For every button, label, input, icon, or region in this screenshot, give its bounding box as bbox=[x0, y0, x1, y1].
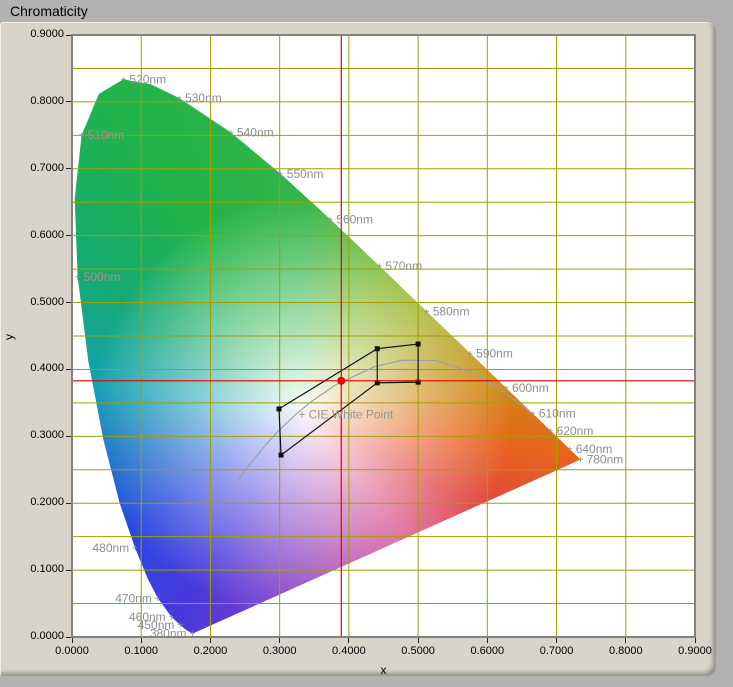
wavelength-label: 480nm bbox=[92, 541, 129, 555]
title-bar: Chromaticity bbox=[0, 0, 733, 22]
wavelength-marker: + bbox=[190, 629, 196, 637]
wavelength-marker: + bbox=[132, 544, 138, 555]
y-axis-tick bbox=[66, 570, 71, 571]
wavelength-marker: + bbox=[278, 169, 284, 180]
x-axis-tick bbox=[210, 638, 211, 643]
wavelength-marker: + bbox=[578, 455, 584, 466]
y-axis-tick bbox=[66, 35, 71, 36]
x-axis-tick bbox=[487, 638, 488, 643]
x-axis-tick-label: 0.5000 bbox=[388, 645, 448, 657]
x-axis-tick-label: 0.0000 bbox=[42, 645, 102, 657]
window-title: Chromaticity bbox=[10, 3, 88, 19]
wavelength-label: 610nm bbox=[539, 407, 576, 421]
x-axis-tick bbox=[695, 638, 696, 643]
target-region-vertex-marker bbox=[416, 342, 421, 347]
wavelength-label: 510nm bbox=[88, 128, 125, 142]
wavelength-marker: + bbox=[327, 215, 333, 226]
wavelength-label: 620nm bbox=[557, 424, 594, 438]
y-axis-tick-label: 0.3000 bbox=[8, 429, 64, 441]
wavelength-label: 500nm bbox=[84, 270, 121, 284]
target-region-vertex-marker bbox=[276, 406, 281, 411]
x-axis-tick-label: 0.1000 bbox=[111, 645, 171, 657]
x-axis-tick bbox=[72, 638, 73, 643]
x-axis-tick bbox=[418, 638, 419, 643]
wavelength-marker: + bbox=[176, 93, 182, 104]
wavelength-label: 380nm bbox=[150, 627, 187, 637]
measurement-point[interactable] bbox=[337, 377, 345, 385]
plot-area[interactable]: +CIE White Point+520nm+530nm+510nm+540nm… bbox=[72, 35, 695, 637]
y-axis-tick bbox=[66, 235, 71, 236]
wavelength-label: 580nm bbox=[433, 305, 470, 319]
x-axis-tick-label: 0.7000 bbox=[527, 645, 587, 657]
y-axis-tick bbox=[66, 503, 71, 504]
y-axis-tick bbox=[66, 101, 71, 102]
y-axis-tick-label: 0.2000 bbox=[8, 496, 64, 508]
x-axis-tick-label: 0.6000 bbox=[457, 645, 517, 657]
y-axis-tick bbox=[66, 302, 71, 303]
x-axis-tick-label: 0.4000 bbox=[319, 645, 379, 657]
x-axis-tick bbox=[348, 638, 349, 643]
y-axis-tick bbox=[66, 369, 71, 370]
wavelength-label: 540nm bbox=[237, 125, 274, 139]
white-point-marker: + bbox=[299, 407, 306, 421]
wavelength-label: 520nm bbox=[129, 72, 166, 86]
wavelength-marker: + bbox=[567, 445, 573, 456]
wavelength-marker: + bbox=[467, 349, 473, 360]
wavelength-marker: + bbox=[503, 383, 509, 394]
wavelength-label: 550nm bbox=[287, 167, 324, 181]
wavelength-marker: + bbox=[424, 307, 430, 318]
wavelength-marker: + bbox=[548, 426, 554, 437]
wavelength-marker: + bbox=[530, 409, 536, 420]
x-axis-tick-label: 0.9000 bbox=[665, 645, 725, 657]
x-axis-tick-label: 0.2000 bbox=[180, 645, 240, 657]
white-point-label: CIE White Point bbox=[309, 407, 394, 421]
wavelength-marker: + bbox=[120, 75, 126, 86]
y-axis-tick-label: 0.7000 bbox=[8, 162, 64, 174]
x-axis-tick bbox=[141, 638, 142, 643]
wavelength-marker: + bbox=[79, 131, 85, 142]
y-axis-title: y bbox=[2, 334, 16, 340]
y-axis-tick-label: 0.9000 bbox=[8, 28, 64, 40]
plot-overlay: +CIE White Point+520nm+530nm+510nm+540nm… bbox=[72, 35, 695, 637]
y-axis-tick-label: 0.0000 bbox=[8, 630, 64, 642]
y-axis-tick bbox=[66, 637, 71, 638]
wavelength-label: 570nm bbox=[385, 259, 422, 273]
wavelength-marker: + bbox=[155, 594, 161, 605]
wavelength-marker: + bbox=[75, 272, 81, 283]
y-axis-tick-label: 0.1000 bbox=[8, 563, 64, 575]
wavelength-label: 560nm bbox=[336, 212, 373, 226]
target-region-vertex-marker bbox=[375, 346, 380, 351]
wavelength-label: 600nm bbox=[512, 381, 549, 395]
target-region-vertex-marker bbox=[279, 453, 284, 458]
x-axis-tick-label: 0.8000 bbox=[596, 645, 656, 657]
wavelength-label: 470nm bbox=[115, 591, 152, 605]
chart-panel: +CIE White Point+520nm+530nm+510nm+540nm… bbox=[0, 22, 716, 676]
y-axis-tick-label: 0.6000 bbox=[8, 229, 64, 241]
y-axis-tick bbox=[66, 168, 71, 169]
x-axis-tick bbox=[625, 638, 626, 643]
wavelength-label: 590nm bbox=[476, 346, 513, 360]
x-axis-title: x bbox=[72, 663, 695, 677]
x-axis-tick bbox=[556, 638, 557, 643]
wavelength-marker: + bbox=[228, 128, 234, 139]
y-axis-tick-label: 0.5000 bbox=[8, 296, 64, 308]
y-axis-tick-label: 0.8000 bbox=[8, 95, 64, 107]
x-axis-tick-label: 0.3000 bbox=[250, 645, 310, 657]
application-window: { "window": { "title": "Chromaticity", "… bbox=[0, 0, 733, 687]
y-axis-tick-label: 0.4000 bbox=[8, 362, 64, 374]
wavelength-label: 780nm bbox=[587, 453, 624, 467]
wavelength-label: 530nm bbox=[185, 91, 222, 105]
y-axis-tick bbox=[66, 436, 71, 437]
x-axis-tick bbox=[279, 638, 280, 643]
wavelength-marker: + bbox=[376, 261, 382, 272]
